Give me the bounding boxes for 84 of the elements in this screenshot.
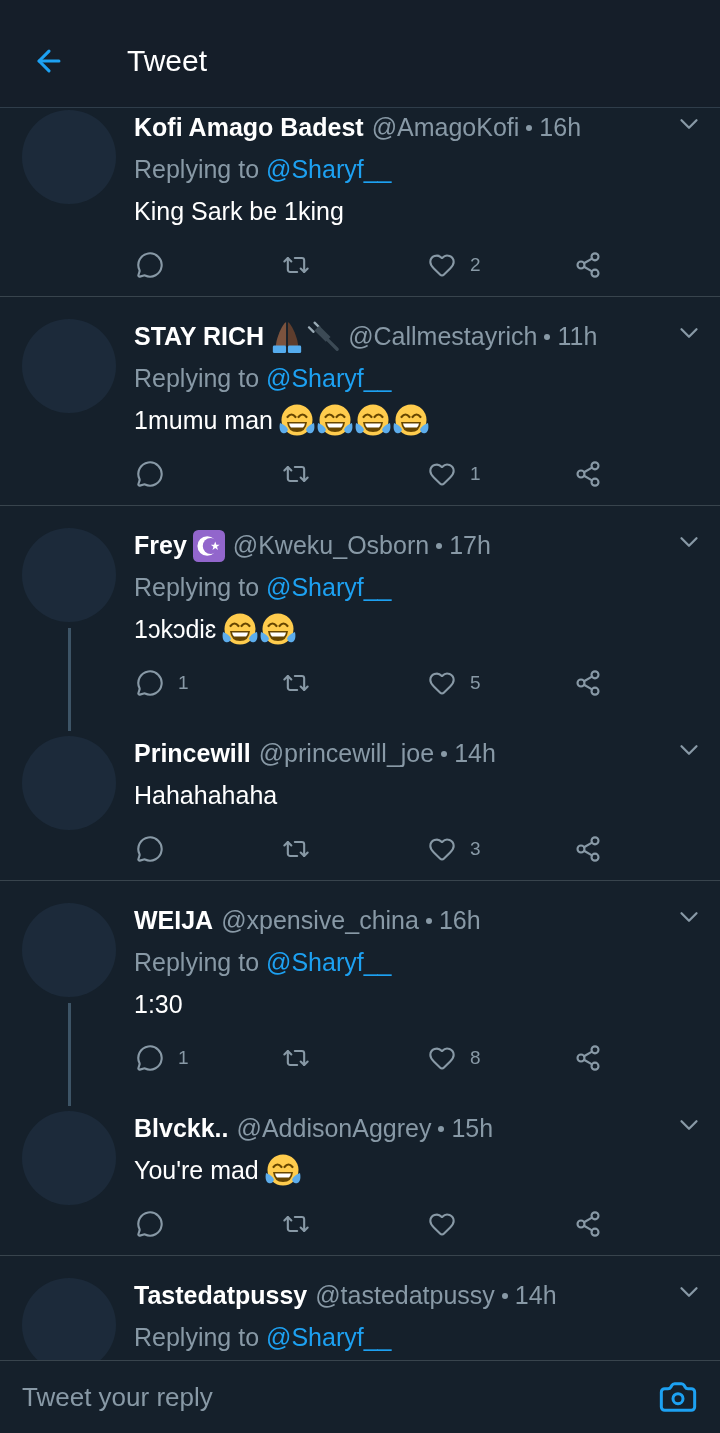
tears-of-joy-emoji-icon [392, 404, 429, 438]
display-name[interactable]: Princewill [134, 735, 251, 773]
like-button[interactable]: 2 [428, 250, 481, 280]
tweet-text: You're mad [134, 1155, 259, 1187]
separator-dot-icon [544, 334, 551, 340]
separator-dot-icon [436, 543, 443, 549]
tweet-text: Hahahahaha [134, 780, 278, 812]
share-button[interactable] [574, 1044, 602, 1072]
like-button[interactable]: 5 [428, 668, 481, 698]
tears-of-joy-emoji-icon [222, 613, 259, 647]
mention-link[interactable]: @Sharyf__ [266, 364, 392, 393]
replying-to-text: Replying to @Sharyf__ [134, 572, 392, 604]
separator-dot-icon [441, 751, 448, 757]
mention-link[interactable]: @Sharyf__ [266, 573, 392, 602]
replying-to-text: Replying to @Sharyf__ [134, 1322, 392, 1354]
display-name[interactable]: STAY RICH [134, 318, 265, 356]
share-icon [574, 1210, 602, 1238]
display-name[interactable]: Tastedatpussy [134, 1277, 308, 1315]
tears-of-joy-emoji-icon [316, 404, 353, 438]
share-button[interactable] [574, 835, 602, 863]
tweet-text: 1mumu man [134, 405, 273, 437]
tears-of-joy-emoji-icon [354, 404, 391, 438]
speech-bubble-icon [136, 835, 164, 863]
user-handle[interactable]: @xpensive_china [221, 902, 419, 940]
share-icon [574, 835, 602, 863]
reply-input[interactable]: Tweet your reply [22, 1373, 646, 1421]
speech-bubble-icon [136, 251, 164, 279]
replying-to-text: Replying to @Sharyf__ [134, 154, 392, 186]
mention-link[interactable]: @Sharyf__ [266, 155, 392, 184]
share-icon [574, 1044, 602, 1072]
separator-dot-icon [526, 125, 533, 131]
tears-of-joy-emoji-icon [264, 1154, 301, 1188]
display-name[interactable]: Frey [134, 527, 187, 565]
speech-bubble-icon [136, 669, 164, 697]
reply-button[interactable] [136, 1210, 164, 1238]
replying-to-text: Replying to @Sharyf__ [134, 947, 392, 979]
star-and-crescent-emoji-icon [192, 530, 225, 562]
reply-button[interactable] [136, 460, 164, 488]
user-handle[interactable]: @tastedatpussy [315, 1277, 495, 1315]
display-name[interactable]: WEIJA [134, 902, 214, 940]
share-icon [574, 251, 602, 279]
timestamp: 15h [451, 1113, 494, 1145]
separator-dot-icon [438, 1126, 445, 1132]
speech-bubble-icon [136, 1210, 164, 1238]
mention-link[interactable]: @Sharyf__ [266, 1323, 392, 1352]
user-handle[interactable]: @princewill_joe [258, 735, 435, 773]
mention-link[interactable]: @Sharyf__ [266, 948, 392, 977]
user-handle[interactable]: @Callmestayrich [348, 318, 538, 356]
user-handle[interactable]: @Kweku_Osborn [232, 527, 430, 565]
share-icon [574, 669, 602, 697]
page-title: Tweet [127, 43, 208, 79]
timestamp: 16h [539, 112, 582, 144]
share-button[interactable] [574, 669, 602, 697]
share-button[interactable] [574, 251, 602, 279]
tweet-text: King Sark be 1king [134, 196, 344, 228]
reply-button[interactable] [136, 251, 164, 279]
share-button[interactable] [574, 1210, 602, 1238]
timestamp: 16h [438, 905, 481, 937]
user-handle[interactable]: @AmagoKofi [371, 109, 520, 147]
reply-button[interactable]: 1 [136, 1043, 189, 1073]
display-name[interactable]: Blvckk.. [134, 1110, 229, 1148]
share-button[interactable] [574, 460, 602, 488]
timestamp: 17h [449, 530, 491, 562]
timestamp: 14h [454, 738, 496, 770]
reply-button[interactable]: 1 [136, 668, 189, 698]
like-button[interactable]: 8 [428, 1043, 481, 1073]
replying-to-text: Replying to @Sharyf__ [134, 363, 392, 395]
reply-button[interactable] [136, 835, 164, 863]
timestamp: 11h [557, 321, 598, 353]
share-icon [574, 460, 602, 488]
user-handle[interactable]: @AddisonAggrey [236, 1110, 432, 1148]
like-button[interactable]: 3 [428, 834, 481, 864]
tweet-text: 1ɔkɔdiɛ [134, 614, 217, 646]
display-name[interactable]: Kofi Amago Badest [134, 109, 364, 147]
speech-bubble-icon [136, 1044, 164, 1072]
tears-of-joy-emoji-icon [278, 404, 315, 438]
like-button[interactable]: 1 [428, 459, 481, 489]
speech-bubble-icon [136, 460, 164, 488]
separator-dot-icon [501, 1293, 508, 1299]
tweet-text: 1:30 [134, 989, 183, 1021]
plug-emoji-icon [306, 320, 341, 354]
separator-dot-icon [425, 918, 432, 924]
tears-of-joy-emoji-icon [260, 613, 297, 647]
timestamp: 14h [514, 1280, 557, 1312]
